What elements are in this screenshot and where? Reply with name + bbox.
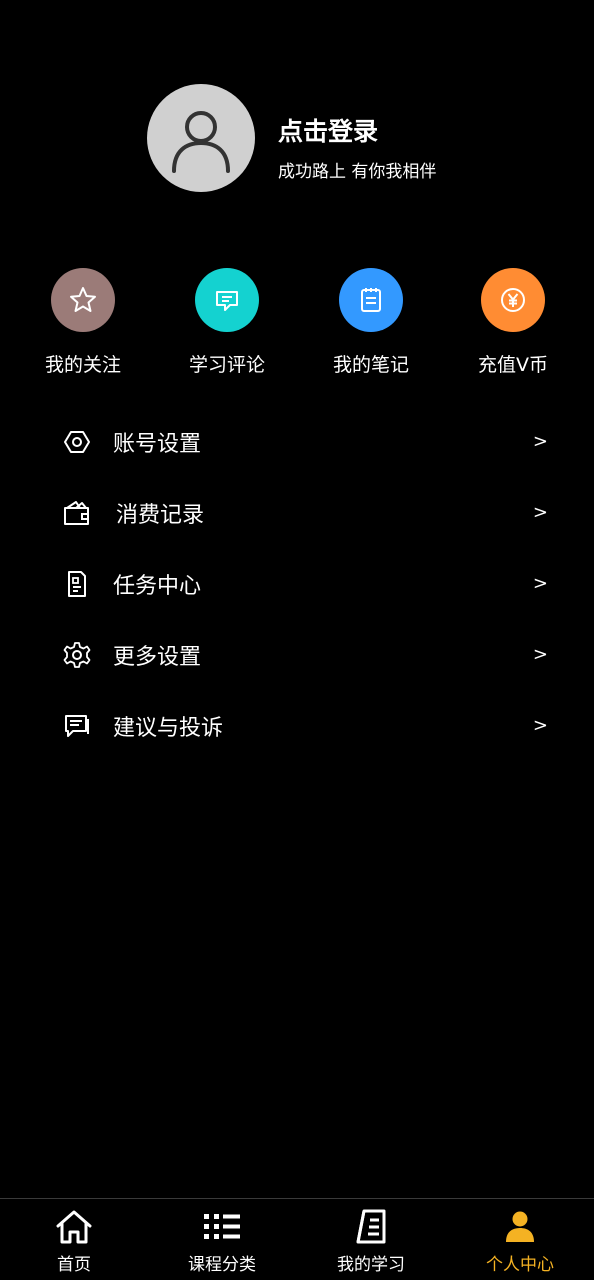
menu-item-feedback[interactable]: 建议与投诉 > bbox=[0, 690, 594, 761]
quick-action-follow[interactable]: 我的关注 bbox=[23, 268, 143, 377]
gear-icon bbox=[62, 640, 92, 670]
tab-label: 我的学习 bbox=[337, 1255, 405, 1275]
menu-item-label: 消费记录 bbox=[116, 502, 205, 528]
quick-actions: 我的关注 学习评论 我的笔记 充值V币 bbox=[0, 268, 594, 378]
task-document-icon bbox=[62, 569, 92, 599]
menu-item-label: 账号设置 bbox=[113, 431, 202, 457]
hexagon-settings-icon bbox=[62, 427, 92, 457]
star-icon bbox=[51, 268, 115, 332]
quick-action-label: 我的笔记 bbox=[332, 354, 409, 376]
tab-personal-center[interactable]: 个人中心 bbox=[446, 1199, 594, 1280]
menu-item-label: 建议与投诉 bbox=[113, 715, 224, 741]
menu-item-account-settings[interactable]: 账号设置 > bbox=[0, 406, 594, 477]
feedback-icon bbox=[62, 711, 92, 741]
menu-item-label: 任务中心 bbox=[113, 573, 202, 599]
study-notebook-icon bbox=[351, 1207, 391, 1247]
chevron-right-icon: > bbox=[532, 573, 548, 594]
login-link[interactable]: 点击登录 bbox=[278, 112, 378, 148]
person-icon bbox=[500, 1207, 540, 1247]
quick-action-comments[interactable]: 学习评论 bbox=[167, 268, 287, 377]
menu-item-more-settings[interactable]: 更多设置 > bbox=[0, 619, 594, 690]
tab-label: 个人中心 bbox=[486, 1255, 554, 1275]
list-icon bbox=[202, 1207, 242, 1247]
tab-course-categories[interactable]: 课程分类 bbox=[148, 1199, 296, 1280]
comment-icon bbox=[195, 268, 259, 332]
profile-header: 点击登录 成功路上 有你我相伴 bbox=[0, 0, 594, 230]
menu-item-label: 更多设置 bbox=[113, 644, 202, 670]
user-placeholder-icon bbox=[172, 111, 230, 173]
chevron-right-icon: > bbox=[532, 644, 548, 665]
profile-slogan: 成功路上 有你我相伴 bbox=[278, 162, 437, 182]
menu-item-purchase-history[interactable]: 消费记录 > bbox=[0, 477, 594, 548]
chevron-right-icon: > bbox=[532, 431, 548, 452]
menu-item-task-center[interactable]: 任务中心 > bbox=[0, 548, 594, 619]
home-icon bbox=[54, 1207, 94, 1247]
chevron-right-icon: > bbox=[532, 502, 548, 523]
chevron-right-icon: > bbox=[532, 715, 548, 736]
bottom-tab-bar: 首页 课程分类 我的学习 个人中心 bbox=[0, 1198, 594, 1280]
tab-label: 首页 bbox=[57, 1255, 91, 1275]
quick-action-recharge[interactable]: 充值V币 bbox=[453, 268, 573, 377]
wallet-icon bbox=[62, 498, 92, 528]
quick-action-notes[interactable]: 我的笔记 bbox=[311, 268, 431, 377]
tab-my-study[interactable]: 我的学习 bbox=[297, 1199, 445, 1280]
yen-coin-icon bbox=[481, 268, 545, 332]
notebook-icon bbox=[339, 268, 403, 332]
settings-menu: 账号设置 > 消费记录 > 任务中心 > 更多设置 > 建议与投诉 > bbox=[0, 406, 594, 761]
quick-action-label: 我的关注 bbox=[44, 354, 121, 376]
quick-action-label: 充值V币 bbox=[478, 354, 548, 376]
tab-home[interactable]: 首页 bbox=[0, 1199, 148, 1280]
tab-label: 课程分类 bbox=[188, 1255, 256, 1275]
quick-action-label: 学习评论 bbox=[188, 354, 265, 376]
avatar[interactable] bbox=[147, 84, 255, 192]
